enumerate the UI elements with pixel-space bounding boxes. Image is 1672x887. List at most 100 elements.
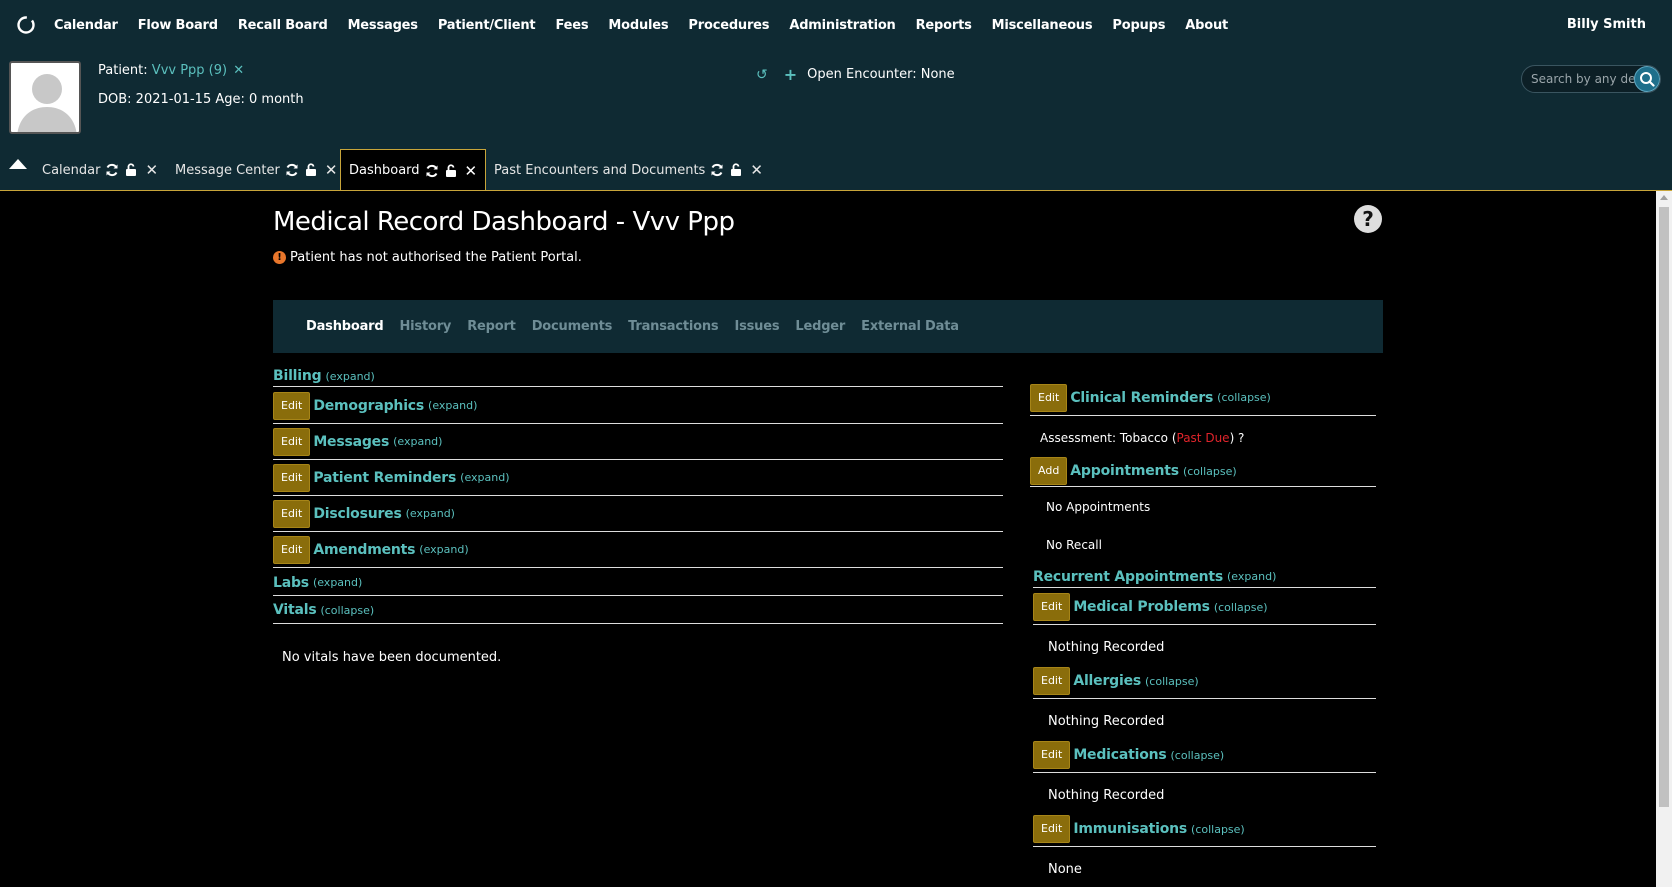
- subnav-transactions[interactable]: Transactions: [628, 319, 718, 334]
- medications-toggle[interactable]: (collapse): [1171, 749, 1225, 762]
- medications-title[interactable]: Medications: [1073, 747, 1166, 763]
- patient-reminders-toggle[interactable]: (expand): [460, 471, 509, 484]
- medications-edit-button[interactable]: Edit: [1033, 741, 1071, 769]
- open-encounter-label[interactable]: Open Encounter: None: [807, 67, 955, 82]
- close-tab-icon[interactable]: ✕: [145, 161, 158, 179]
- tab-bar: Calendar ✕ Message Center ✕ Dashboard ✕ …: [0, 149, 1672, 191]
- menu-reports[interactable]: Reports: [916, 18, 972, 33]
- disclosures-toggle[interactable]: (expand): [406, 507, 455, 520]
- unlock-icon[interactable]: [729, 163, 743, 177]
- disclosures-edit-button[interactable]: Edit: [273, 499, 311, 528]
- amendments-edit-button[interactable]: Edit: [273, 535, 311, 564]
- appointments-title[interactable]: Appointments: [1070, 463, 1179, 479]
- refresh-icon[interactable]: [425, 164, 439, 178]
- vitals-title[interactable]: Vitals: [273, 602, 317, 618]
- search-button[interactable]: [1634, 66, 1660, 92]
- vertical-scrollbar[interactable]: [1656, 191, 1672, 887]
- encounter-bar: ↺ + Open Encounter: None: [756, 65, 955, 84]
- menu-recall-board[interactable]: Recall Board: [238, 18, 328, 33]
- patient-avatar[interactable]: [9, 61, 81, 134]
- subnav-documents[interactable]: Documents: [532, 319, 613, 334]
- patient-name-link[interactable]: Vvv Ppp (9): [152, 63, 227, 78]
- menu-modules[interactable]: Modules: [608, 18, 668, 33]
- unlock-icon[interactable]: [124, 163, 138, 177]
- menu-about[interactable]: About: [1185, 18, 1228, 33]
- unlock-icon[interactable]: [304, 163, 318, 177]
- add-encounter-icon[interactable]: +: [784, 65, 797, 84]
- demographics-title[interactable]: Demographics: [313, 398, 424, 414]
- reminder-info-link[interactable]: ) ?: [1230, 431, 1245, 445]
- subnav-external-data[interactable]: External Data: [861, 319, 959, 334]
- close-tab-icon[interactable]: ✕: [325, 161, 338, 179]
- help-icon[interactable]: ?: [1354, 205, 1382, 233]
- messages-edit-button[interactable]: Edit: [273, 427, 311, 456]
- clinical-reminders-edit-button[interactable]: Edit: [1030, 383, 1068, 412]
- patient-reminders-edit-button[interactable]: Edit: [273, 463, 311, 492]
- vitals-toggle[interactable]: (collapse): [320, 604, 374, 617]
- subnav-issues[interactable]: Issues: [734, 319, 779, 334]
- close-tab-icon[interactable]: ✕: [750, 161, 763, 179]
- subnav-history[interactable]: History: [399, 319, 451, 334]
- allergies-edit-button[interactable]: Edit: [1033, 667, 1071, 695]
- demographics-edit-button[interactable]: Edit: [273, 391, 311, 420]
- billing-toggle[interactable]: (expand): [325, 370, 374, 383]
- labs-title[interactable]: Labs: [273, 575, 309, 591]
- collapse-header-icon[interactable]: [9, 159, 27, 169]
- appointments-add-button[interactable]: Add: [1030, 457, 1068, 485]
- subnav-report[interactable]: Report: [467, 319, 516, 334]
- scroll-up-icon[interactable]: [1660, 195, 1668, 200]
- menu-calendar[interactable]: Calendar: [54, 18, 118, 33]
- openemr-logo-icon[interactable]: [16, 15, 36, 35]
- close-patient-icon[interactable]: ✕: [233, 63, 244, 78]
- allergies-title[interactable]: Allergies: [1073, 673, 1141, 689]
- refresh-icon[interactable]: [285, 163, 299, 177]
- scrollbar-thumb[interactable]: [1659, 207, 1669, 807]
- close-tab-icon[interactable]: ✕: [465, 162, 478, 180]
- refresh-icon[interactable]: [710, 163, 724, 177]
- history-icon[interactable]: ↺: [756, 67, 768, 83]
- patient-reminders-title[interactable]: Patient Reminders: [313, 470, 456, 486]
- labs-toggle[interactable]: (expand): [313, 576, 362, 589]
- recurrent-appointments-toggle[interactable]: (expand): [1227, 570, 1276, 583]
- tab-dashboard[interactable]: Dashboard ✕: [340, 149, 487, 191]
- disclosures-title[interactable]: Disclosures: [313, 506, 402, 522]
- search-input[interactable]: [1522, 66, 1640, 92]
- messages-title[interactable]: Messages: [313, 434, 389, 450]
- immunisations-edit-button[interactable]: Edit: [1033, 815, 1071, 843]
- demographics-toggle[interactable]: (expand): [428, 399, 477, 412]
- menu-flow-board[interactable]: Flow Board: [138, 18, 218, 33]
- section-labs: Labs (expand): [273, 570, 1003, 596]
- medical-problems-edit-button[interactable]: Edit: [1033, 593, 1071, 621]
- amendments-title[interactable]: Amendments: [313, 542, 415, 558]
- immunisations-empty: None: [1048, 862, 1082, 877]
- clinical-reminders-title[interactable]: Clinical Reminders: [1070, 390, 1213, 406]
- recurrent-appointments-title[interactable]: Recurrent Appointments: [1033, 569, 1223, 585]
- tab-message-center[interactable]: Message Center ✕: [167, 149, 345, 191]
- section-billing: Billing (expand): [273, 366, 1003, 387]
- unlock-icon[interactable]: [444, 163, 458, 178]
- billing-title[interactable]: Billing: [273, 368, 322, 384]
- subnav-ledger[interactable]: Ledger: [795, 319, 845, 334]
- clinical-reminders-toggle[interactable]: (collapse): [1217, 391, 1271, 404]
- menu-fees[interactable]: Fees: [555, 18, 588, 33]
- menu-patient-client[interactable]: Patient/Client: [438, 18, 536, 33]
- menu-miscellaneous[interactable]: Miscellaneous: [992, 18, 1093, 33]
- allergies-toggle[interactable]: (collapse): [1145, 675, 1199, 688]
- appointments-toggle[interactable]: (collapse): [1183, 465, 1237, 478]
- menu-popups[interactable]: Popups: [1112, 18, 1165, 33]
- menu-messages[interactable]: Messages: [348, 18, 418, 33]
- menu-administration[interactable]: Administration: [789, 18, 895, 33]
- medical-problems-toggle[interactable]: (collapse): [1214, 601, 1268, 614]
- immunisations-title[interactable]: Immunisations: [1073, 821, 1187, 837]
- user-menu[interactable]: Billy Smith: [1567, 17, 1646, 32]
- refresh-icon[interactable]: [105, 163, 119, 177]
- immunisations-toggle[interactable]: (collapse): [1191, 823, 1245, 836]
- messages-toggle[interactable]: (expand): [393, 435, 442, 448]
- subnav-dashboard[interactable]: Dashboard: [306, 319, 384, 334]
- tab-calendar[interactable]: Calendar ✕: [34, 149, 166, 191]
- amendments-toggle[interactable]: (expand): [419, 543, 468, 556]
- menu-procedures[interactable]: Procedures: [688, 18, 769, 33]
- medical-problems-title[interactable]: Medical Problems: [1073, 599, 1210, 615]
- tab-past-encounters[interactable]: Past Encounters and Documents ✕: [486, 149, 771, 191]
- section-patient-reminders: Edit Patient Reminders (expand): [273, 460, 1003, 496]
